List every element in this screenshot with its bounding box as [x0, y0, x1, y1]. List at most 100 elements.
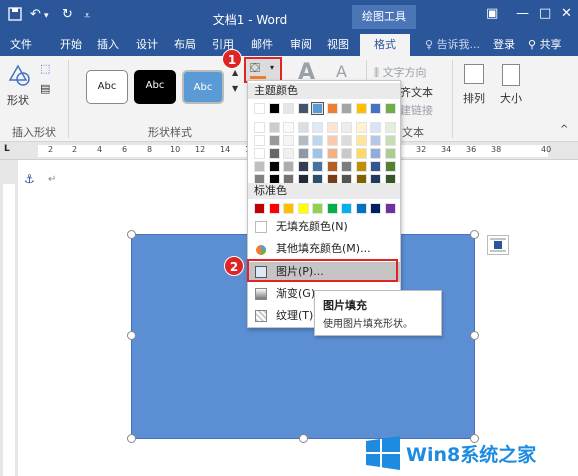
theme-color-swatch[interactable]: [268, 103, 280, 114]
theme-color-swatch[interactable]: [341, 135, 352, 146]
close-icon[interactable]: ✕: [561, 6, 572, 21]
theme-color-swatch[interactable]: [370, 103, 381, 114]
arrange-button[interactable]: 排列: [463, 90, 485, 106]
undo-dropdown-icon[interactable]: ▾: [44, 11, 49, 21]
theme-color-swatch[interactable]: [326, 161, 338, 172]
theme-color-swatch[interactable]: [268, 135, 280, 146]
theme-color-swatch[interactable]: [312, 161, 323, 172]
vertical-ruler[interactable]: [0, 160, 18, 476]
tab-insert[interactable]: 插入: [91, 34, 125, 56]
collapse-ribbon-icon[interactable]: ^: [560, 124, 568, 135]
login-link[interactable]: 登录: [493, 34, 515, 56]
customize-toolbar-icon[interactable]: ⩡: [84, 9, 90, 23]
theme-color-swatch[interactable]: [311, 102, 324, 115]
theme-color-swatch[interactable]: [326, 103, 338, 114]
resize-handle[interactable]: [470, 230, 479, 239]
theme-color-swatch[interactable]: [297, 103, 309, 114]
theme-color-swatch[interactable]: [312, 148, 323, 159]
standard-color-swatch[interactable]: [326, 203, 338, 214]
theme-color-swatch[interactable]: [384, 161, 396, 172]
theme-color-swatch[interactable]: [326, 148, 338, 159]
theme-color-swatch[interactable]: [355, 103, 367, 114]
theme-color-swatch[interactable]: [341, 103, 352, 114]
theme-color-swatch[interactable]: [312, 122, 323, 133]
theme-color-swatch[interactable]: [297, 135, 309, 146]
shapes-gallery-icon[interactable]: [6, 62, 32, 88]
tab-home[interactable]: 开始: [54, 34, 88, 56]
theme-color-swatch[interactable]: [384, 148, 396, 159]
standard-color-swatch[interactable]: [384, 203, 396, 214]
tab-review[interactable]: 审阅: [284, 34, 318, 56]
theme-color-swatch[interactable]: [254, 148, 265, 159]
theme-color-swatch[interactable]: [370, 148, 381, 159]
theme-color-swatch[interactable]: [326, 135, 338, 146]
theme-color-swatch[interactable]: [268, 161, 280, 172]
resize-handle[interactable]: [127, 331, 136, 340]
create-link-button[interactable]: 建链接: [400, 102, 433, 118]
theme-color-swatch[interactable]: [384, 122, 396, 133]
theme-color-swatch[interactable]: [355, 161, 367, 172]
theme-color-swatch[interactable]: [384, 135, 396, 146]
theme-color-swatch[interactable]: [370, 122, 381, 133]
theme-color-swatch[interactable]: [355, 148, 367, 159]
theme-color-swatch[interactable]: [268, 122, 280, 133]
theme-color-swatch[interactable]: [326, 122, 338, 133]
size-icon[interactable]: [502, 64, 520, 86]
theme-color-swatch[interactable]: [297, 122, 309, 133]
theme-color-swatch[interactable]: [254, 135, 265, 146]
theme-color-swatch[interactable]: [297, 161, 309, 172]
ribbon-display-icon[interactable]: ▣: [486, 6, 498, 21]
resize-handle[interactable]: [127, 434, 136, 443]
shape-style-white[interactable]: Abc: [86, 70, 128, 104]
tab-layout[interactable]: 布局: [168, 34, 202, 56]
theme-color-swatch[interactable]: [355, 135, 367, 146]
text-direction-button[interactable]: ⫼ 文字方向: [374, 64, 427, 80]
align-text-button[interactable]: 齐文本: [400, 84, 433, 100]
edit-shape-icon[interactable]: ⬚: [40, 62, 50, 75]
minimize-icon[interactable]: —: [516, 6, 529, 21]
standard-color-swatch[interactable]: [341, 203, 352, 214]
standard-color-swatch[interactable]: [268, 203, 280, 214]
save-icon[interactable]: [8, 7, 22, 25]
theme-color-swatch[interactable]: [370, 135, 381, 146]
theme-color-swatch[interactable]: [297, 148, 309, 159]
theme-color-swatch[interactable]: [312, 135, 323, 146]
tab-design[interactable]: 设计: [130, 34, 164, 56]
theme-color-swatch[interactable]: [341, 161, 352, 172]
no-fill-item[interactable]: 无填充颜色(N): [248, 217, 400, 237]
resize-handle[interactable]: [127, 230, 136, 239]
maximize-icon[interactable]: □: [539, 6, 551, 21]
arrange-icon[interactable]: [464, 64, 484, 84]
tell-me-search[interactable]: ♀ 告诉我...: [425, 34, 480, 56]
style-scroll-up-icon[interactable]: ▲: [232, 68, 238, 77]
theme-color-swatch[interactable]: [283, 103, 294, 114]
standard-color-swatch[interactable]: [283, 203, 294, 214]
undo-icon[interactable]: ↶: [30, 7, 41, 22]
standard-color-swatch[interactable]: [312, 203, 323, 214]
layout-options-icon[interactable]: [487, 235, 509, 255]
theme-color-swatch[interactable]: [370, 161, 381, 172]
theme-color-swatch[interactable]: [341, 148, 352, 159]
standard-color-swatch[interactable]: [370, 203, 381, 214]
shape-style-blue[interactable]: Abc: [182, 70, 224, 104]
shape-button[interactable]: 形状: [7, 92, 29, 108]
standard-color-swatch[interactable]: [254, 203, 265, 214]
theme-color-swatch[interactable]: [283, 148, 294, 159]
tab-stop-selector[interactable]: L: [4, 144, 10, 154]
resize-handle[interactable]: [470, 331, 479, 340]
text-fill-icon[interactable]: A: [336, 62, 347, 81]
standard-color-swatch[interactable]: [355, 203, 367, 214]
theme-color-swatch[interactable]: [384, 103, 396, 114]
theme-color-swatch[interactable]: [283, 122, 294, 133]
textbox-icon[interactable]: ▤: [40, 82, 50, 95]
theme-color-swatch[interactable]: [283, 161, 294, 172]
theme-color-swatch[interactable]: [355, 122, 367, 133]
redo-icon[interactable]: ↻: [62, 7, 73, 22]
tab-file[interactable]: 文件: [4, 34, 38, 56]
style-scroll-down-icon[interactable]: ▼: [232, 84, 238, 93]
more-colors-item[interactable]: 其他填充颜色(M)...: [248, 239, 400, 259]
theme-color-swatch[interactable]: [341, 122, 352, 133]
shape-style-black[interactable]: Abc: [134, 70, 176, 104]
theme-color-swatch[interactable]: [268, 148, 280, 159]
standard-color-swatch[interactable]: [297, 203, 309, 214]
